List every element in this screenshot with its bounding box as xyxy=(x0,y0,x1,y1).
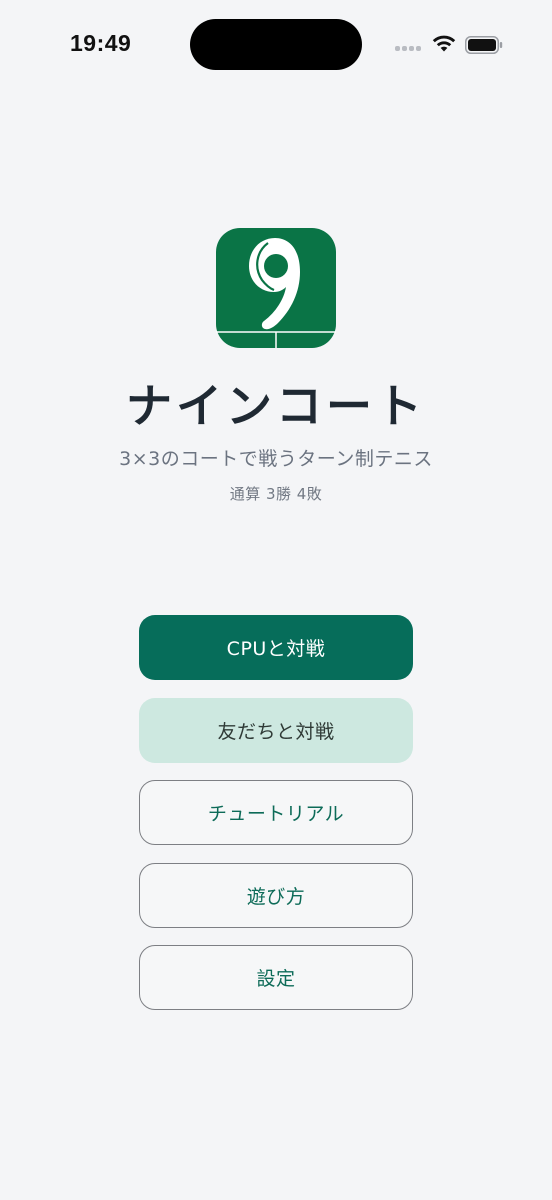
status-time: 19:49 xyxy=(70,30,132,56)
tutorial-button[interactable]: チュートリアル xyxy=(139,780,413,845)
battery-icon xyxy=(465,36,503,54)
play-friend-button[interactable]: 友だちと対戦 xyxy=(139,697,413,763)
dynamic-island xyxy=(190,19,362,70)
wifi-icon xyxy=(432,35,456,52)
how-to-play-button[interactable]: 遊び方 xyxy=(139,862,413,928)
cellular-signal-icon xyxy=(395,46,423,52)
settings-button[interactable]: 設定 xyxy=(139,945,413,1010)
main-menu: CPUと対戦 友だちと対戦 チュートリアル 遊び方 設定 xyxy=(139,615,413,1028)
app-title: ナインコート xyxy=(126,379,426,433)
status-bar: 19:49 xyxy=(0,0,552,90)
app-subtitle: 3×3のコートで戦うターン制テニス xyxy=(119,448,433,470)
nine-court-logo-icon xyxy=(216,228,336,348)
play-cpu-button[interactable]: CPUと対戦 xyxy=(139,615,413,680)
win-loss-record: 通算 3勝 4敗 xyxy=(229,485,323,503)
